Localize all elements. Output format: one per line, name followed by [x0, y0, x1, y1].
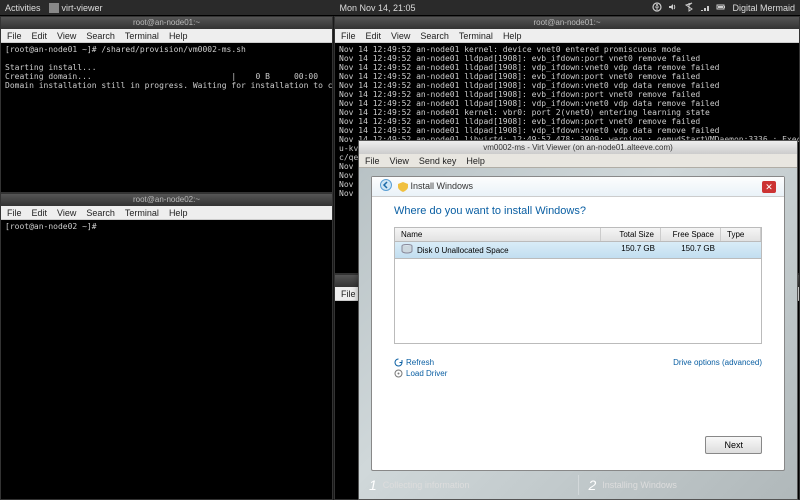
menu-help[interactable]: Help	[503, 31, 522, 41]
gnome-topbar: Activities virt-viewer Mon Nov 14, 21:05…	[0, 0, 800, 16]
menu-help[interactable]: Help	[169, 208, 188, 218]
close-button[interactable]: ✕	[762, 181, 776, 193]
menu-file[interactable]: File	[7, 208, 22, 218]
window-title: root@an-node02:~	[1, 194, 332, 206]
menu-search[interactable]: Search	[420, 31, 449, 41]
menu-file[interactable]: File	[7, 31, 22, 41]
menu-sendkey[interactable]: Send key	[419, 156, 457, 166]
installer-steps: 1Collecting information 2Installing Wind…	[359, 471, 797, 499]
driver-icon	[394, 369, 403, 378]
step-2: 2Installing Windows	[579, 471, 798, 499]
menu-help[interactable]: Help	[466, 156, 485, 166]
next-button[interactable]: Next	[705, 436, 762, 454]
activities-button[interactable]: Activities	[5, 3, 41, 13]
clock[interactable]: Mon Nov 14, 21:05	[103, 3, 653, 13]
installer-dialog: Install Windows ✕ Where do you want to i…	[371, 176, 785, 471]
terminal-menubar: File Edit View Search Terminal Help	[335, 29, 799, 43]
menu-file[interactable]: File	[365, 156, 380, 166]
volume-icon[interactable]	[668, 2, 678, 14]
menu-search[interactable]: Search	[86, 208, 115, 218]
refresh-link[interactable]: Refresh	[394, 358, 447, 367]
installer-header: Install Windows ✕	[372, 177, 784, 197]
windows-installer: Install Windows ✕ Where do you want to i…	[359, 168, 797, 499]
window-title: vm0002-ms - Virt Viewer (on an-node01.al…	[359, 141, 797, 154]
virt-viewer-window: vm0002-ms - Virt Viewer (on an-node01.al…	[358, 140, 798, 500]
terminal-menubar: File Edit View Search Terminal Help	[1, 206, 332, 220]
load-driver-link[interactable]: Load Driver	[394, 369, 447, 378]
terminal-content[interactable]: [root@an-node02 ~]#	[1, 220, 332, 499]
network-icon[interactable]	[700, 2, 710, 14]
menu-file[interactable]: File	[341, 289, 356, 299]
shield-icon	[398, 182, 408, 192]
menu-terminal[interactable]: Terminal	[459, 31, 493, 41]
menu-help[interactable]: Help	[169, 31, 188, 41]
disk-icon	[401, 244, 413, 256]
table-header: Name Total Size Free Space Type	[395, 228, 761, 242]
disk-row-selected[interactable]: Disk 0 Unallocated Space 150.7 GB 150.7 …	[395, 242, 761, 259]
menu-view[interactable]: View	[390, 156, 409, 166]
drive-options-link[interactable]: Drive options (advanced)	[673, 358, 762, 367]
menu-view[interactable]: View	[57, 31, 76, 41]
menu-search[interactable]: Search	[86, 31, 115, 41]
disk-table: Name Total Size Free Space Type Disk 0 U…	[394, 227, 762, 344]
menu-terminal[interactable]: Terminal	[125, 31, 159, 41]
menu-edit[interactable]: Edit	[32, 31, 48, 41]
step-1: 1Collecting information	[359, 471, 578, 499]
menu-view[interactable]: View	[57, 208, 76, 218]
col-name[interactable]: Name	[395, 228, 601, 241]
app-icon	[49, 3, 59, 13]
accessibility-icon[interactable]	[652, 2, 662, 14]
installer-body: Where do you want to install Windows? Na…	[372, 197, 784, 470]
installer-title: Install Windows	[398, 181, 473, 192]
terminal-window-2: root@an-node02:~ File Edit View Search T…	[0, 193, 333, 500]
virt-menubar: File View Send key Help	[359, 154, 797, 168]
menu-view[interactable]: View	[391, 31, 410, 41]
menu-edit[interactable]: Edit	[32, 208, 48, 218]
menu-terminal[interactable]: Terminal	[125, 208, 159, 218]
window-title: root@an-node01:~	[335, 17, 799, 29]
disk-actions: Refresh Load Driver Drive options (advan…	[394, 358, 762, 380]
back-button[interactable]	[380, 179, 392, 194]
battery-icon[interactable]	[716, 2, 726, 14]
user-menu[interactable]: Digital Mermaid	[732, 3, 795, 13]
terminal-window-1: root@an-node01:~ File Edit View Search T…	[0, 16, 333, 193]
terminal-menubar: File Edit View Search Terminal Help	[1, 29, 332, 43]
disk-table-empty	[395, 259, 761, 343]
col-freespace[interactable]: Free Space	[661, 228, 721, 241]
col-type[interactable]: Type	[721, 228, 761, 241]
menu-edit[interactable]: Edit	[366, 31, 382, 41]
window-title: root@an-node01:~	[1, 17, 332, 29]
refresh-icon	[394, 358, 403, 367]
bluetooth-icon[interactable]	[684, 2, 694, 14]
app-menu[interactable]: virt-viewer	[49, 3, 103, 13]
col-totalsize[interactable]: Total Size	[601, 228, 661, 241]
menu-file[interactable]: File	[341, 31, 356, 41]
installer-question: Where do you want to install Windows?	[394, 205, 762, 217]
terminal-content[interactable]: [root@an-node01 ~]# /shared/provision/vm…	[1, 43, 332, 192]
